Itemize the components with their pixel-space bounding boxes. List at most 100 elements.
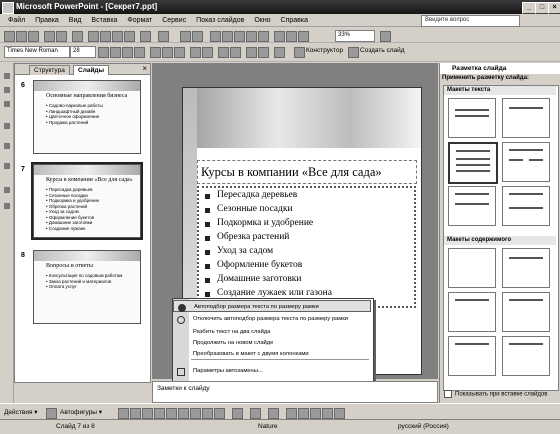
slide-title[interactable]: Курсы в компании «Все для сада» <box>197 160 417 184</box>
table-icon[interactable] <box>192 31 203 42</box>
menu-item-autofit[interactable]: Автоподбор размера текста по размеру рам… <box>173 300 371 312</box>
tab-slides[interactable]: Слайды <box>73 65 110 75</box>
font-color-icon[interactable] <box>274 47 285 58</box>
autoshapes-menu[interactable]: Автофигуры ▾ <box>60 408 102 416</box>
wordart-icon[interactable] <box>246 31 257 42</box>
chart-icon[interactable] <box>180 31 191 42</box>
shadow-style-icon[interactable] <box>322 408 333 419</box>
designer-button[interactable]: Конструктор <box>306 47 343 54</box>
help-icon[interactable] <box>380 31 391 42</box>
tool-icon[interactable] <box>4 203 10 209</box>
wordart-icon[interactable] <box>178 408 189 419</box>
oval-icon[interactable] <box>154 408 165 419</box>
italic-icon[interactable] <box>110 47 121 58</box>
menu-view[interactable]: Вид <box>69 14 82 27</box>
minimize-button[interactable]: _ <box>522 2 536 14</box>
font-color-icon[interactable] <box>268 408 279 419</box>
align-center-icon[interactable] <box>162 47 173 58</box>
zoom-select[interactable]: 33% <box>335 30 375 42</box>
tool-icon[interactable] <box>4 87 10 93</box>
layout-thumbnail[interactable] <box>448 248 496 288</box>
cut-icon[interactable] <box>88 31 99 42</box>
3d-style-icon[interactable] <box>334 408 345 419</box>
print-icon[interactable] <box>44 31 55 42</box>
grid-icon[interactable] <box>274 31 285 42</box>
menu-format[interactable]: Формат <box>127 14 152 27</box>
menu-slideshow[interactable]: Показ слайдов <box>196 14 244 27</box>
menu-item-autocorrect-options[interactable]: Параметры автозамены... <box>173 365 371 377</box>
menu-tools[interactable]: Сервис <box>162 14 186 27</box>
bold-icon[interactable] <box>98 47 109 58</box>
new-icon[interactable] <box>4 31 15 42</box>
increase-indent-icon[interactable] <box>258 47 269 58</box>
picture-icon[interactable] <box>214 408 225 419</box>
tool-icon[interactable] <box>4 73 10 79</box>
decrease-font-icon[interactable] <box>230 47 241 58</box>
layout-thumbnail[interactable] <box>502 142 550 182</box>
layout-thumbnail[interactable] <box>502 292 550 332</box>
layout-thumbnail[interactable] <box>448 336 496 376</box>
slide-thumbnail-7[interactable]: Курсы в компании «Все для сада» Пересадк… <box>31 162 143 240</box>
paste-icon[interactable] <box>112 31 123 42</box>
menu-edit[interactable]: Правка <box>35 14 59 27</box>
tables-borders-icon[interactable] <box>210 31 221 42</box>
help-question-input[interactable]: Введите вопрос <box>421 15 520 27</box>
tool-icon[interactable] <box>4 123 10 129</box>
layout-thumbnail[interactable] <box>502 336 550 376</box>
redo-icon[interactable] <box>158 31 169 42</box>
slide-thumbnail-6[interactable]: Основные направления бизнеса Садово-парк… <box>33 80 141 154</box>
clipart-icon[interactable] <box>202 408 213 419</box>
open-icon[interactable] <box>16 31 27 42</box>
insert-table-icon[interactable] <box>222 31 233 42</box>
insert-chart-icon[interactable] <box>234 31 245 42</box>
notes-pane[interactable]: Заметки к слайду <box>152 381 438 403</box>
design-icon[interactable] <box>294 47 305 58</box>
layout-thumbnail[interactable] <box>448 98 496 138</box>
tab-outline[interactable]: Структура <box>29 65 70 75</box>
expand-all-icon[interactable] <box>298 31 309 42</box>
spelling-icon[interactable] <box>72 31 83 42</box>
layout-thumbnail[interactable] <box>502 248 550 288</box>
select-arrow-icon[interactable] <box>46 408 57 419</box>
font-name-select[interactable]: Times New Roman <box>4 46 70 58</box>
tool-icon[interactable] <box>4 163 10 169</box>
line-style-icon[interactable] <box>286 408 297 419</box>
format-painter-icon[interactable] <box>124 31 135 42</box>
arrow-icon[interactable] <box>130 408 141 419</box>
layout-thumbnail[interactable] <box>502 98 550 138</box>
align-left-icon[interactable] <box>150 47 161 58</box>
copy-icon[interactable] <box>100 31 111 42</box>
preview-icon[interactable] <box>56 31 67 42</box>
maximize-button[interactable]: □ <box>535 2 549 14</box>
dash-style-icon[interactable] <box>298 408 309 419</box>
layout-thumbnail[interactable] <box>502 186 550 226</box>
arrow-style-icon[interactable] <box>310 408 321 419</box>
tool-icon[interactable] <box>4 101 10 107</box>
line-color-icon[interactable] <box>250 408 261 419</box>
line-icon[interactable] <box>118 408 129 419</box>
save-icon[interactable] <box>28 31 39 42</box>
slide-body-placeholder[interactable]: Пересадка деревьев Сезонные посадки Подк… <box>197 186 416 308</box>
align-right-icon[interactable] <box>174 47 185 58</box>
tool-icon[interactable] <box>4 187 10 193</box>
bullets-icon[interactable] <box>202 47 213 58</box>
rectangle-icon[interactable] <box>142 408 153 419</box>
underline-icon[interactable] <box>122 47 133 58</box>
diagram-icon[interactable] <box>190 408 201 419</box>
actions-menu[interactable]: Действия ▾ <box>4 408 38 416</box>
show-on-insert-checkbox[interactable]: Показывать при вставке слайдов <box>444 390 547 398</box>
menu-help[interactable]: Справка <box>281 14 308 27</box>
textbox-icon[interactable] <box>166 408 177 419</box>
close-button[interactable]: × <box>548 2 560 14</box>
slide-thumbnail-8[interactable]: Вопросы и ответы Консультация по садовым… <box>33 250 141 324</box>
tool-icon[interactable] <box>4 143 10 149</box>
layout-thumbnail[interactable] <box>448 292 496 332</box>
menu-file[interactable]: Файл <box>8 14 25 27</box>
decrease-indent-icon[interactable] <box>246 47 257 58</box>
picture-icon[interactable] <box>258 31 269 42</box>
menu-item-stop-autofit[interactable]: Отключить автоподбор размера текста по р… <box>173 313 371 325</box>
undo-icon[interactable] <box>140 31 151 42</box>
layout-thumbnail[interactable] <box>448 142 498 184</box>
new-slide-button[interactable]: Создать слайд <box>360 47 405 54</box>
color-grayscale-icon[interactable] <box>286 31 297 42</box>
